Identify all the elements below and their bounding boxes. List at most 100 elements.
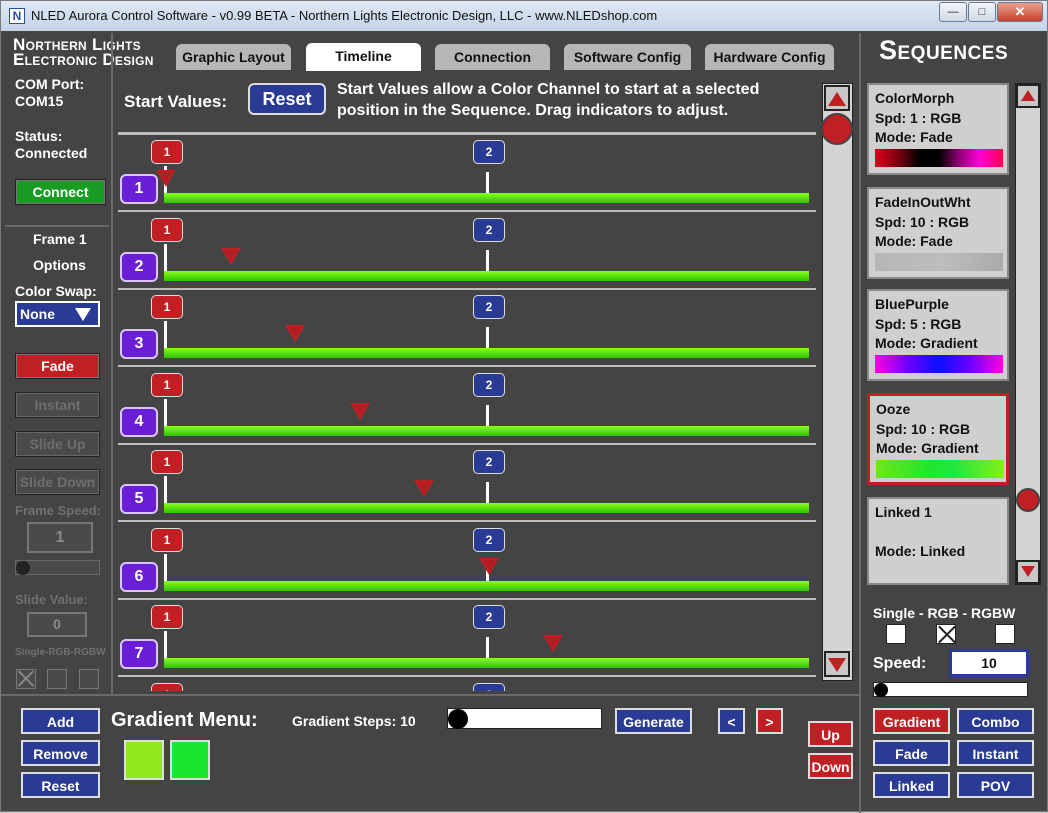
marker-1[interactable]: 1 xyxy=(151,450,183,474)
gradient-steps-slider[interactable] xyxy=(447,708,602,729)
start-value-indicator-icon[interactable] xyxy=(543,635,563,652)
reset-start-values-button[interactable]: Reset xyxy=(248,83,326,115)
channel-number[interactable]: 4 xyxy=(120,406,158,437)
scroll-down-button[interactable] xyxy=(824,651,850,677)
marker-2[interactable]: 2 xyxy=(473,217,505,242)
gradient-swatch-1[interactable] xyxy=(124,740,164,780)
row-divider xyxy=(118,597,816,600)
start-value-indicator-icon[interactable] xyxy=(220,247,241,265)
scroll-up-arrow-icon xyxy=(1021,90,1035,101)
gradient-steps-label: Gradient Steps: 10 xyxy=(292,713,416,729)
marker-1[interactable]: 1 xyxy=(151,527,183,552)
sequence-card[interactable]: Ooze Spd: 10 : RGB Mode: Gradient xyxy=(867,393,1009,485)
scroll-down-arrow-icon xyxy=(1021,566,1035,577)
sequence-scrollbar[interactable] xyxy=(1015,83,1041,585)
tab-software-config[interactable]: Software Config xyxy=(564,44,691,70)
channel-number[interactable]: 6 xyxy=(120,561,158,592)
start-value-indicator-icon[interactable] xyxy=(156,170,176,187)
channel-number[interactable]: 2 xyxy=(120,251,158,282)
linked-mode-button[interactable]: Linked xyxy=(873,772,950,798)
channel-number[interactable]: 3 xyxy=(120,329,158,359)
remove-button[interactable]: Remove xyxy=(21,740,100,766)
sequence-name: FadeInOutWht xyxy=(875,194,971,210)
tab-hardware-config[interactable]: Hardware Config xyxy=(705,44,834,70)
start-value-indicator-icon[interactable] xyxy=(349,402,370,420)
sequence-name: Ooze xyxy=(876,401,911,417)
sequence-card[interactable]: Linked 1 Mode: Linked xyxy=(867,497,1009,585)
start-value-indicator-icon[interactable] xyxy=(285,325,305,342)
instant-mode-button[interactable]: Instant xyxy=(957,740,1034,766)
scroll-thumb[interactable] xyxy=(821,113,853,145)
sequence-scroll-down-button[interactable] xyxy=(1016,560,1040,584)
single-mode-checkbox[interactable] xyxy=(886,624,906,644)
start-value-indicator-icon[interactable] xyxy=(478,557,499,575)
gradient-steps-knob[interactable] xyxy=(448,709,468,729)
sequence-scroll-up-button[interactable] xyxy=(1016,84,1040,108)
sequence-card[interactable]: ColorMorph Spd: 1 : RGB Mode: Fade xyxy=(867,83,1009,175)
channel-number[interactable]: 1 xyxy=(120,174,158,204)
sequence-name: ColorMorph xyxy=(875,90,955,106)
minimize-button[interactable]: — xyxy=(939,2,967,22)
marker-1[interactable]: 1 xyxy=(151,605,183,629)
marker-1[interactable]: 1 xyxy=(151,140,183,164)
title-bar: N NLED Aurora Control Software - v0.99 B… xyxy=(1,1,1047,31)
marker-1[interactable]: 1 xyxy=(151,295,183,319)
marker-2[interactable]: 2 xyxy=(473,372,505,397)
start-value-indicator-icon[interactable] xyxy=(414,480,434,497)
marker-1[interactable]: 1 xyxy=(151,217,183,242)
com-port-label: COM Port: xyxy=(15,76,85,92)
tab-connection[interactable]: Connection xyxy=(435,44,550,70)
maximize-button[interactable]: □ xyxy=(968,2,996,22)
timeline-scrollbar[interactable] xyxy=(821,83,853,681)
marker-2[interactable]: 2 xyxy=(473,295,505,319)
move-down-button[interactable]: Down xyxy=(808,753,853,779)
speed-input[interactable]: 10 xyxy=(949,649,1029,677)
sequence-speed: Spd: 5 : RGB xyxy=(875,316,962,332)
sequence-card[interactable]: BluePurple Spd: 5 : RGB Mode: Gradient xyxy=(867,289,1009,381)
combo-mode-button[interactable]: Combo xyxy=(957,708,1034,734)
gradient-mode-button[interactable]: Gradient xyxy=(873,708,950,734)
row-divider xyxy=(118,287,816,290)
speed-knob[interactable] xyxy=(874,683,888,697)
channel-bar xyxy=(164,270,809,281)
scroll-up-arrow-icon xyxy=(828,92,846,106)
add-button[interactable]: Add xyxy=(21,708,100,734)
company-logo: Northern Lights Electronic Design xyxy=(13,36,154,68)
row-divider xyxy=(118,520,816,522)
previous-button[interactable]: < xyxy=(718,708,745,734)
gradient-swatch-2[interactable] xyxy=(170,740,210,780)
sequence-gradient-preview xyxy=(875,253,1003,271)
marker-2[interactable]: 2 xyxy=(473,605,505,629)
sequence-mode: Mode: Fade xyxy=(875,129,953,145)
marker-2[interactable]: 2 xyxy=(473,450,505,474)
fade-mode-button[interactable]: Fade xyxy=(873,740,950,766)
channel-number[interactable]: 5 xyxy=(120,484,158,514)
move-up-button[interactable]: Up xyxy=(808,721,853,747)
marker-1[interactable]: 1 xyxy=(151,372,183,397)
sequence-card[interactable]: FadeInOutWht Spd: 10 : RGB Mode: Fade xyxy=(867,187,1009,279)
app-window: N NLED Aurora Control Software - v0.99 B… xyxy=(0,0,1048,813)
sequence-name: BluePurple xyxy=(875,296,949,312)
pov-mode-button[interactable]: POV xyxy=(957,772,1034,798)
channel-bar xyxy=(164,193,809,203)
marker-2[interactable]: 2 xyxy=(473,527,505,552)
timeline-top-line xyxy=(118,132,816,135)
rgb-mode-checkbox[interactable] xyxy=(936,624,956,644)
next-button[interactable]: > xyxy=(756,708,783,734)
row-divider xyxy=(118,365,816,367)
generate-button[interactable]: Generate xyxy=(615,708,692,734)
close-button[interactable]: ✕ xyxy=(997,2,1043,22)
channel-bar xyxy=(164,348,809,358)
reset-gradient-button[interactable]: Reset xyxy=(21,772,100,798)
sequence-scroll-thumb[interactable] xyxy=(1016,488,1040,512)
channel-number[interactable]: 7 xyxy=(120,639,158,669)
tab-graphic-layout[interactable]: Graphic Layout xyxy=(176,44,291,70)
sequence-gradient-preview xyxy=(875,355,1003,373)
rgbw-mode-checkbox[interactable] xyxy=(995,624,1015,644)
speed-slider[interactable] xyxy=(873,682,1028,697)
tab-timeline[interactable]: Timeline xyxy=(306,43,421,71)
scroll-up-button[interactable] xyxy=(824,85,850,111)
sequence-mode: Mode: Fade xyxy=(875,233,953,249)
marker-2[interactable]: 2 xyxy=(473,140,505,164)
com-port-value: COM15 xyxy=(15,93,64,109)
